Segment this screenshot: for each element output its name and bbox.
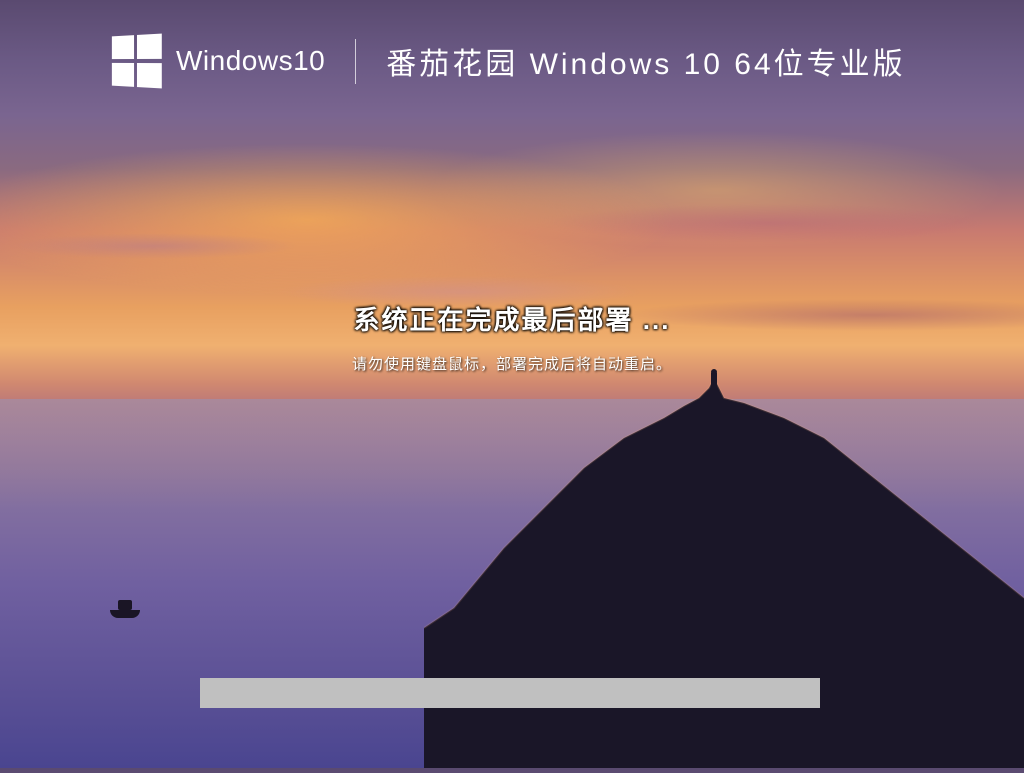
product-title: 番茄花园 Windows 10 64位专业版 (386, 39, 905, 83)
windows-logo-icon (112, 34, 163, 89)
progress-bar (200, 678, 820, 708)
windows-logo-block: Windows10 (110, 35, 325, 87)
boat-silhouette (100, 598, 150, 618)
status-messages: 系统正在完成最后部署 ... 请勿使用键盘鼠标，部署完成后将自动重启。 (0, 300, 1024, 374)
header-divider (355, 39, 356, 84)
sub-status-text: 请勿使用键盘鼠标，部署完成后将自动重启。 (0, 353, 1024, 374)
header: Windows10 番茄花园 Windows 10 64位专业版 (110, 35, 964, 87)
os-name-label: Windows10 (176, 45, 325, 77)
main-status-text: 系统正在完成最后部署 ... (0, 300, 1024, 337)
